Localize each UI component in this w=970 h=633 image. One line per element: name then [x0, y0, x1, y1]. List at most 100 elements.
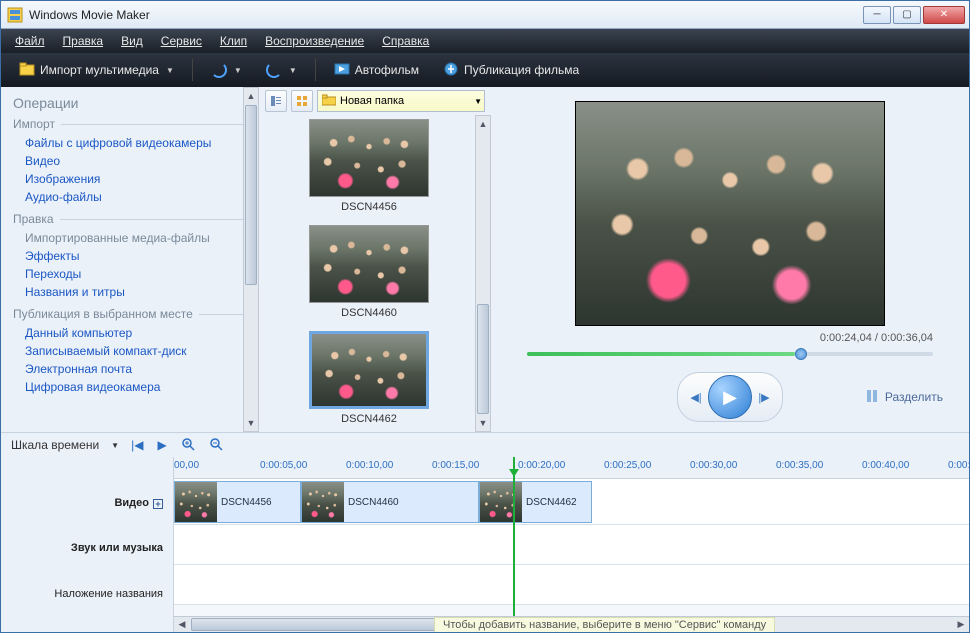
scroll-thumb[interactable]: [245, 105, 257, 285]
menu-clip[interactable]: Клип: [220, 34, 247, 48]
import-media-button[interactable]: Импорт мультимедиа ▼: [13, 58, 180, 83]
menu-tools[interactable]: Сервис: [161, 34, 202, 48]
publish-label: Публикация фильма: [464, 63, 579, 77]
ruler-tick: 0:00:25,00: [604, 460, 651, 471]
rewind-start-button[interactable]: |◀: [129, 438, 145, 452]
view-thumbs-button[interactable]: [291, 90, 313, 112]
folder-label: Новая папка: [340, 95, 404, 107]
task-link[interactable]: Эффекты: [13, 247, 249, 265]
publish-button[interactable]: Публикация фильма: [437, 58, 585, 83]
split-button[interactable]: Разделить: [865, 389, 943, 406]
minimize-button[interactable]: ─: [863, 6, 891, 24]
clip-thumbnail: [309, 119, 429, 197]
collection-item[interactable]: DSCN4462: [267, 331, 471, 425]
folder-select[interactable]: Новая папка ▼: [317, 90, 485, 112]
playhead[interactable]: [513, 457, 515, 632]
scroll-left-icon[interactable]: ◀: [174, 617, 190, 632]
folder-icon: [322, 94, 336, 109]
collection-item[interactable]: DSCN4456: [267, 119, 471, 213]
clip-label: DSCN4462: [526, 497, 577, 508]
track-label-title: Наложение названия: [1, 571, 173, 617]
play-button[interactable]: ▶: [708, 375, 752, 419]
next-frame-button[interactable]: |▶: [752, 385, 776, 409]
task-link[interactable]: Электронная почта: [13, 360, 249, 378]
chevron-down-icon: ▼: [289, 66, 297, 75]
chevron-down-icon: ▼: [166, 66, 174, 75]
task-link[interactable]: Названия и титры: [13, 283, 249, 301]
undo-icon: [211, 62, 227, 78]
scroll-right-icon[interactable]: ▶: [953, 617, 969, 632]
task-group-header: Публикация в выбранном месте: [13, 307, 249, 321]
task-link[interactable]: Цифровая видеокамера: [13, 378, 249, 396]
timeline-mode-label[interactable]: Шкала времени: [11, 438, 99, 452]
menu-help[interactable]: Справка: [382, 34, 429, 48]
task-link: Импортированные медиа-файлы: [13, 229, 249, 247]
prev-frame-button[interactable]: ◀|: [684, 385, 708, 409]
preview-frame: [575, 101, 885, 326]
audio-track[interactable]: [174, 525, 969, 565]
clip-label: DSCN4456: [267, 201, 471, 213]
title-track[interactable]: [174, 565, 969, 605]
tasks-groups: ИмпортФайлы с цифровой видеокамерыВидеоИ…: [13, 117, 249, 396]
play-controls: ◀| ▶ |▶ Разделить: [507, 372, 953, 422]
clip-label: DSCN4460: [348, 497, 399, 508]
menu-view[interactable]: Вид: [121, 34, 143, 48]
automovie-button[interactable]: Автофильм: [328, 58, 425, 83]
ruler-tick: 0:00:10,00: [346, 460, 393, 471]
collection-item[interactable]: DSCN4460: [267, 225, 471, 319]
timeline-ruler[interactable]: 00,000:00:05,000:00:10,000:00:15,000:00:…: [174, 457, 969, 479]
redo-button[interactable]: ▼: [260, 59, 303, 81]
scroll-down-icon[interactable]: ▼: [476, 415, 490, 431]
zoom-out-button[interactable]: [207, 437, 225, 454]
collection-scrollbar[interactable]: ▲ ▼: [475, 115, 491, 432]
tasks-scrollbar[interactable]: ▲ ▼: [243, 87, 259, 432]
clip-label: DSCN4462: [267, 413, 471, 425]
track-label-video: Видео +: [1, 457, 173, 525]
tasks-title: Операции: [13, 95, 249, 111]
video-track[interactable]: DSCN4456 DSCN4460 DSCN4462: [174, 479, 969, 525]
task-link[interactable]: Аудио-файлы: [13, 188, 249, 206]
ruler-tick: 0:00:05,00: [260, 460, 307, 471]
scroll-up-icon[interactable]: ▲: [244, 88, 258, 104]
task-link[interactable]: Видео: [13, 152, 249, 170]
zoom-in-button[interactable]: [179, 437, 197, 454]
expand-icon[interactable]: +: [153, 499, 163, 509]
timeline-clip[interactable]: DSCN4460: [301, 481, 479, 523]
window-title: Windows Movie Maker: [29, 8, 863, 22]
chevron-down-icon[interactable]: ▼: [111, 441, 119, 450]
task-link[interactable]: Переходы: [13, 265, 249, 283]
close-button[interactable]: ✕: [923, 6, 965, 24]
menu-play[interactable]: Воспроизведение: [265, 34, 364, 48]
task-link[interactable]: Данный компьютер: [13, 324, 249, 342]
scroll-thumb[interactable]: [191, 618, 451, 631]
ruler-tick: 00,00: [174, 460, 199, 471]
redo-icon: [266, 62, 282, 78]
ruler-tick: 0:00:45,00: [948, 460, 969, 471]
clip-thumbnail: [309, 225, 429, 303]
undo-button[interactable]: ▼: [205, 59, 248, 81]
task-link[interactable]: Записываемый компакт-диск: [13, 342, 249, 360]
preview-panel: 0:00:24,04 / 0:00:36,04 ◀| ▶ |▶ Разделит…: [491, 87, 969, 432]
view-details-button[interactable]: [265, 90, 287, 112]
clip-label: DSCN4456: [221, 497, 272, 508]
scroll-up-icon[interactable]: ▲: [476, 116, 490, 132]
seek-bar[interactable]: [527, 352, 933, 356]
menubar: Файл Правка Вид Сервис Клип Воспроизведе…: [1, 29, 969, 53]
menu-file[interactable]: Файл: [15, 34, 45, 48]
play-timeline-button[interactable]: ▶: [155, 438, 168, 452]
timeline-clip[interactable]: DSCN4462: [479, 481, 592, 523]
toolbar: Импорт мультимедиа ▼ ▼ ▼ Автофильм Публи…: [1, 53, 969, 87]
task-group-header: Правка: [13, 212, 249, 226]
automovie-label: Автофильм: [355, 63, 419, 77]
task-link[interactable]: Изображения: [13, 170, 249, 188]
scroll-down-icon[interactable]: ▼: [244, 415, 258, 431]
task-group-header: Импорт: [13, 117, 249, 131]
maximize-button[interactable]: ▢: [893, 6, 921, 24]
timeline-clip[interactable]: DSCN4456: [174, 481, 301, 523]
chevron-down-icon: ▼: [234, 66, 242, 75]
menu-edit[interactable]: Правка: [63, 34, 104, 48]
scroll-thumb[interactable]: [477, 304, 489, 414]
task-link[interactable]: Файлы с цифровой видеокамеры: [13, 134, 249, 152]
seek-knob[interactable]: [795, 348, 807, 360]
time-current: 0:00:24,04: [820, 332, 872, 344]
